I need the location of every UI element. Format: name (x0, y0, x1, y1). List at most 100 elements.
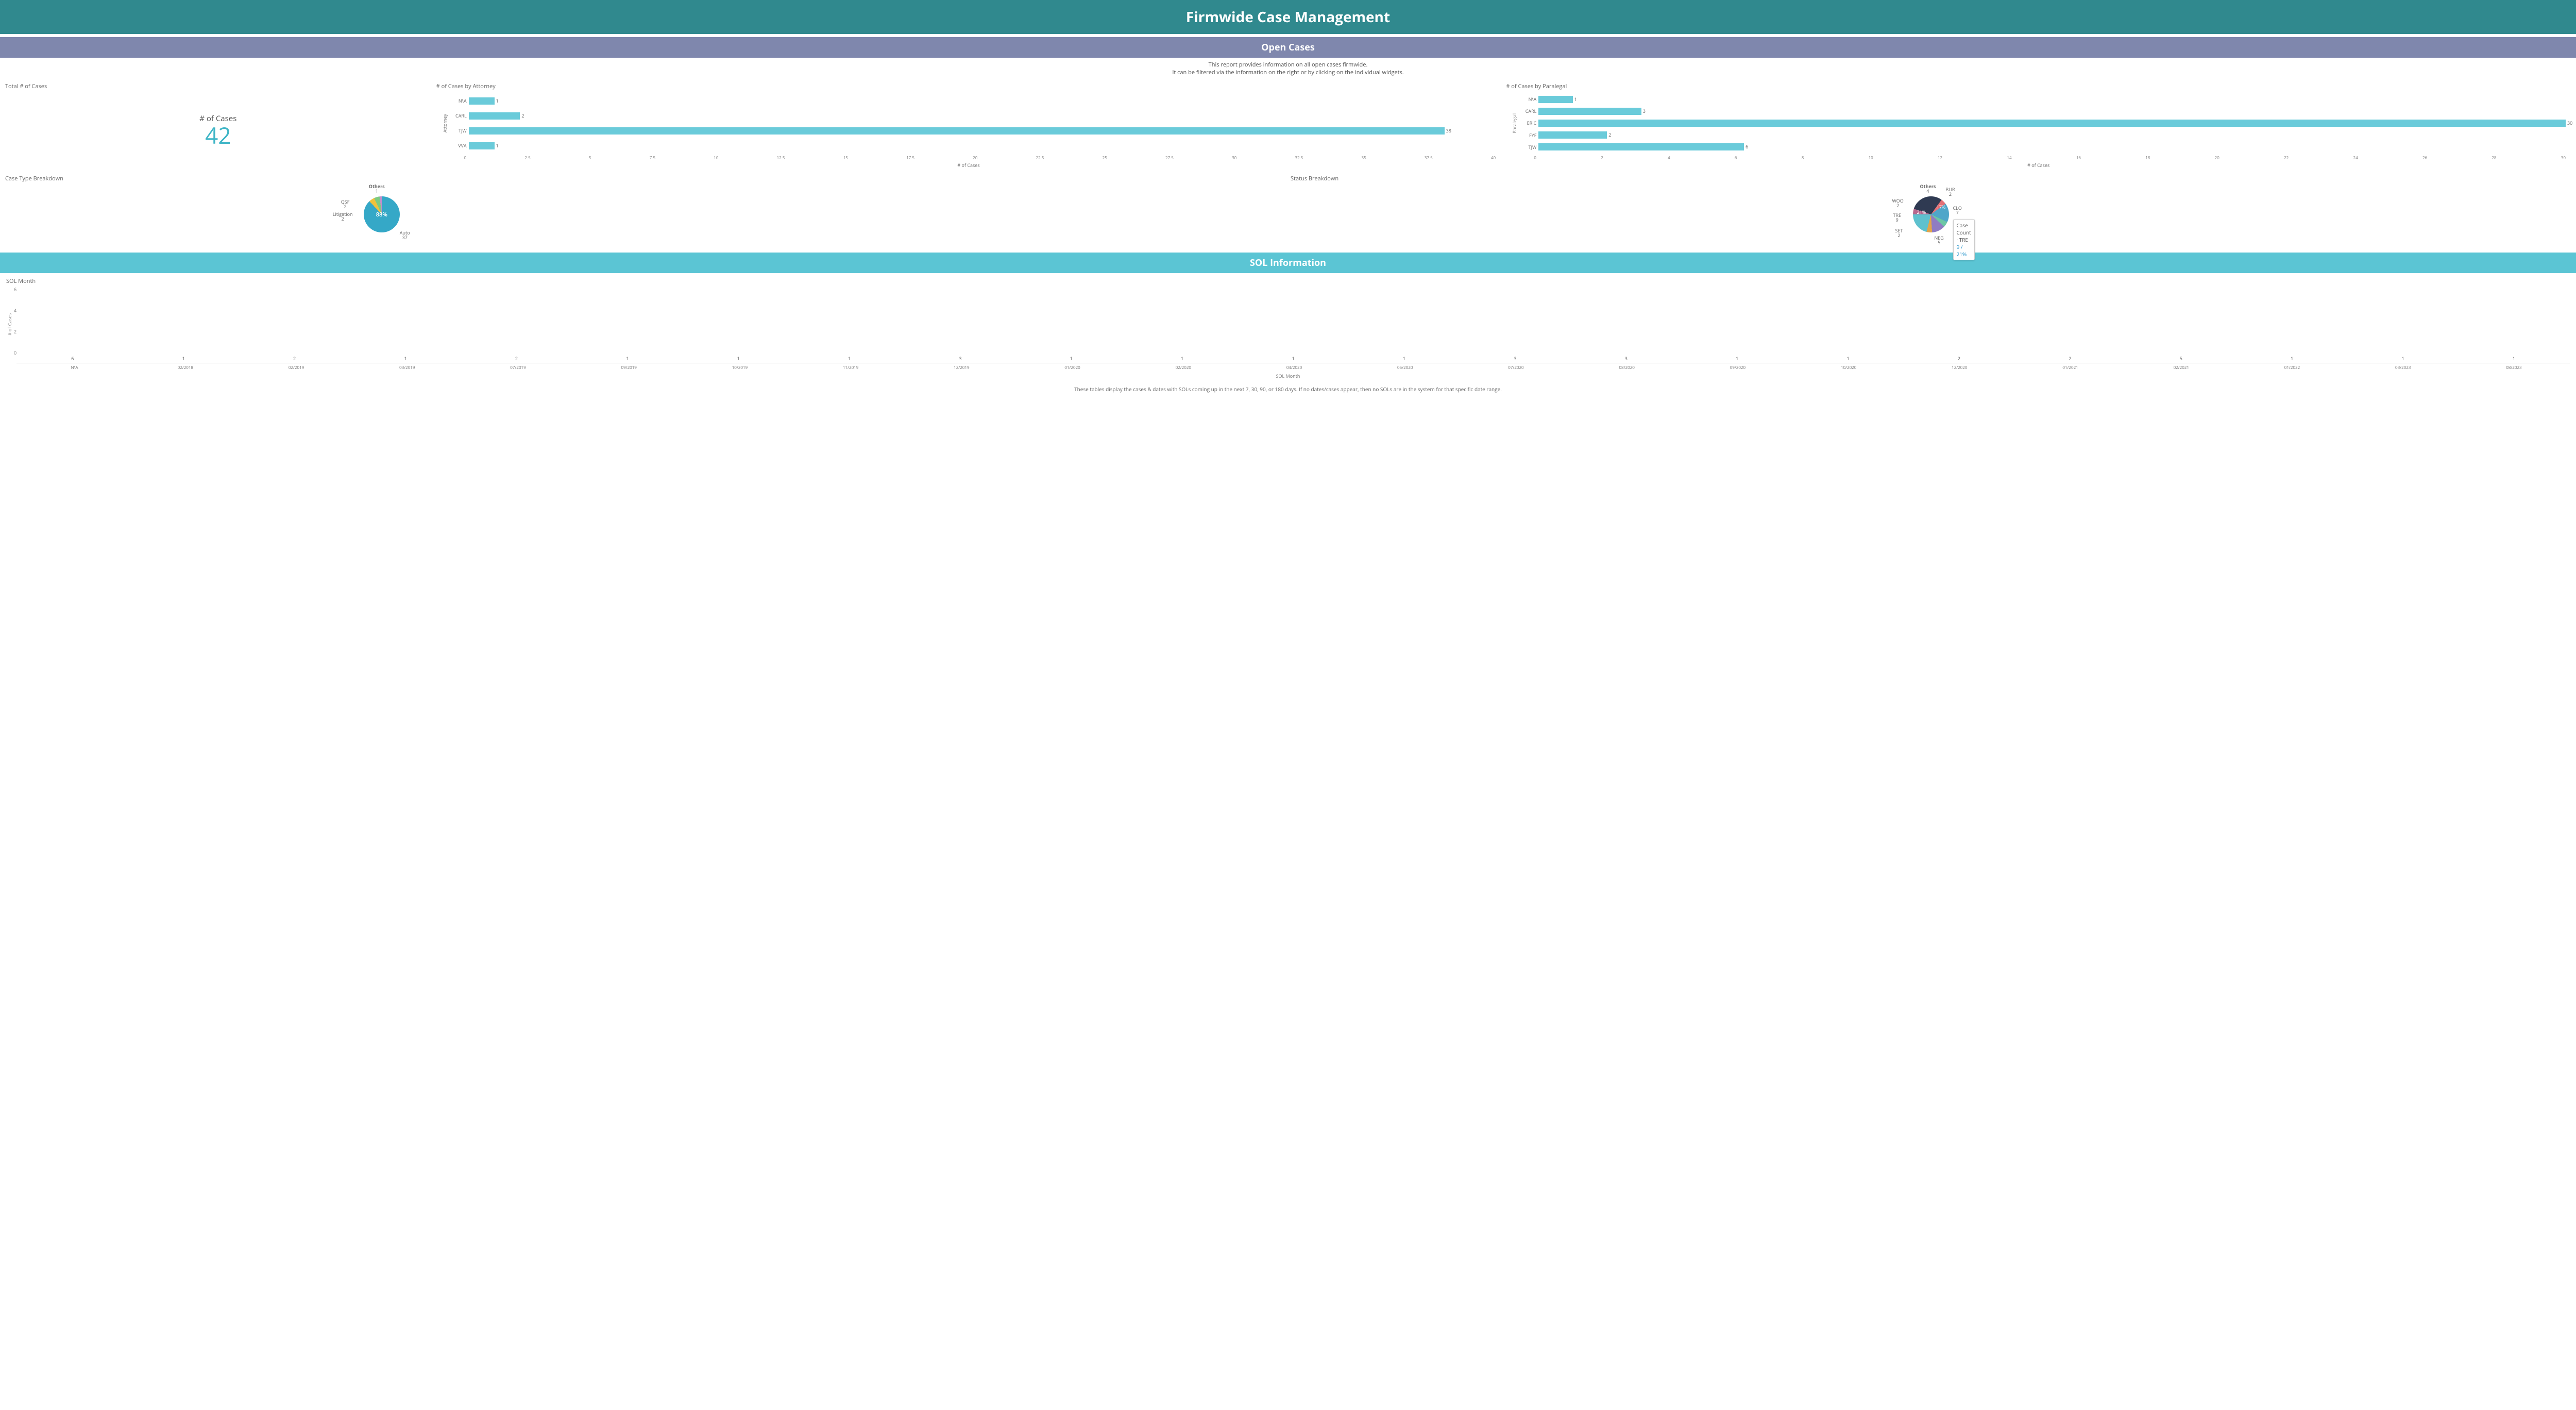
hbar-row[interactable]: ERIC30 (1518, 119, 2566, 128)
vbar-value: 1 (182, 355, 185, 362)
axis-tick: 20 (2215, 155, 2219, 161)
vbar-category: 01/2020 (1019, 363, 1126, 371)
vbar-column[interactable]: 1 (573, 355, 681, 363)
vbar-category: 08/2023 (2460, 363, 2568, 371)
vbar-value: 1 (404, 355, 406, 362)
sol-chart-ylabel: # of Cases (6, 313, 13, 335)
hbar-row[interactable]: VVA1 (448, 141, 1496, 150)
vbar-column[interactable]: 5 (2127, 355, 2235, 363)
sol-month-chart[interactable]: SOL Month # of Cases 6420 61212111311113… (0, 273, 2576, 379)
axis-tick: 2.5 (524, 155, 530, 161)
vbar-value: 1 (1292, 355, 1295, 362)
hbar-category: CARL (448, 112, 469, 119)
hbar-row[interactable]: TJW38 (448, 126, 1496, 136)
status-slice-set: SET2 (1895, 228, 1903, 238)
vbar-column[interactable]: 3 (1572, 355, 1680, 363)
hbar-row[interactable]: TJW 6 (1518, 142, 2566, 152)
status-breakdown-chart[interactable]: Status Breakdown 21% 17% Others4 BUR2 CL… (1291, 173, 2571, 245)
vbar-value: 6 (71, 355, 74, 362)
axis-tick: 18 (2145, 155, 2150, 161)
vbar-category: 07/2019 (464, 363, 572, 371)
status-tooltip: Case Count · TRE 9 / 21% (1953, 219, 1975, 260)
vbar-column[interactable]: 1 (1794, 355, 1902, 363)
vbar-category: 02/2019 (242, 363, 350, 371)
hbar-value: 1 (1573, 96, 1577, 103)
status-pie[interactable]: 21% 17% (1913, 196, 1949, 232)
hbar-row[interactable]: N\A1 (448, 96, 1496, 106)
vbar-column[interactable]: 3 (906, 355, 1014, 363)
status-slice-bur: BUR2 (1946, 187, 1955, 197)
vbar-column[interactable]: 1 (1018, 355, 1125, 363)
vbar-column[interactable]: 2 (241, 355, 348, 363)
vbar-category: 01/2021 (2016, 363, 2124, 371)
vbar-value: 1 (2401, 355, 2404, 362)
vbar-column[interactable]: 2 (1905, 355, 2013, 363)
hbar-row[interactable]: CARL2 (448, 111, 1496, 121)
vbar-column[interactable]: 6 (19, 355, 126, 363)
vbar-category: 10/2020 (1795, 363, 1903, 371)
axis-tick: 20 (973, 155, 977, 161)
vbar-category: 05/2020 (1351, 363, 1459, 371)
vbar-column[interactable]: 1 (1683, 355, 1791, 363)
hbar-category: ERIC (1518, 120, 1538, 126)
vbar-column[interactable]: 1 (2238, 355, 2346, 363)
vbar-column[interactable]: 3 (1461, 355, 1569, 363)
axis-tick: 2 (1601, 155, 1603, 161)
hbar-category: TJW (1518, 144, 1538, 150)
cases-by-attorney-chart[interactable]: # of Cases by Attorney Attorney N\A1CARL… (436, 80, 1501, 169)
hbar-value: 3 (1641, 108, 1646, 115)
axis-tick: 6 (1735, 155, 1737, 161)
kpi-panel-title: Total # of Cases (5, 82, 431, 90)
hbar-row[interactable]: CARL3 (1518, 107, 2566, 116)
casetype-pie[interactable]: 88% (364, 196, 400, 232)
casetype-slice-qsf: QSF2 (341, 199, 350, 209)
vbar-value: 2 (1958, 355, 1960, 362)
vbar-category: 12/2020 (1906, 363, 2013, 371)
hbar-category: N\A (1518, 96, 1538, 103)
hbar-value: 2 (1607, 131, 1611, 139)
hbar-row[interactable]: FYF 2 (1518, 130, 2566, 140)
casetype-slice-others: Others1 (369, 184, 385, 194)
vbar-column[interactable]: 1 (2460, 355, 2568, 363)
hbar-category: FYF (1518, 132, 1538, 139)
axis-tick: 25 (1103, 155, 1107, 161)
hbar-value: 6 (1744, 143, 1748, 150)
kpi-total-cases-panel[interactable]: Total # of Cases # of Cases 42 (5, 80, 431, 169)
vbar-category: 11/2019 (797, 363, 905, 371)
status-slice-clo: CLO7 (1953, 206, 1962, 215)
vbar-column[interactable]: 1 (1128, 355, 1236, 363)
axis-tick: 22 (2284, 155, 2289, 161)
vbar-column[interactable]: 1 (351, 355, 459, 363)
vbar-category: 10/2019 (686, 363, 793, 371)
vbar-column[interactable]: 1 (2349, 355, 2456, 363)
hbar-value: 1 (495, 142, 499, 149)
hbar-value: 30 (2566, 120, 2572, 127)
vbar-column[interactable]: 2 (463, 355, 570, 363)
vbar-value: 1 (2513, 355, 2515, 362)
vbar-category: 07/2020 (1462, 363, 1570, 371)
axis-tick: 15 (843, 155, 848, 161)
vbar-column[interactable]: 1 (685, 355, 792, 363)
vbar-column[interactable]: 1 (1350, 355, 1458, 363)
hbar-row[interactable]: N\A 1 (1518, 95, 2566, 104)
paralegal-chart-title: # of Cases by Paralegal (1506, 82, 2571, 90)
casetype-slice-auto: Auto37 (400, 230, 410, 240)
vbar-column[interactable]: 1 (795, 355, 903, 363)
case-type-breakdown-chart[interactable]: Case Type Breakdown 88% Litigation2 QSF2… (5, 173, 1285, 245)
vbar-value: 2 (2069, 355, 2071, 362)
vbar-value: 3 (1625, 355, 1628, 362)
axis-tick: 22.5 (1036, 155, 1044, 161)
axis-tick: 35 (1362, 155, 1366, 161)
axis-tick: 26 (2422, 155, 2427, 161)
casetype-pie-center: 88% (364, 196, 400, 232)
vbar-column[interactable]: 1 (1239, 355, 1347, 363)
vbar-value: 2 (293, 355, 296, 362)
axis-tick: 10 (1869, 155, 1873, 161)
sol-section-title: SOL Information (0, 253, 2576, 273)
vbar-column[interactable]: 1 (130, 355, 238, 363)
vbar-category: 02/2018 (131, 363, 239, 371)
vbar-column[interactable]: 2 (2016, 355, 2124, 363)
vbar-category: 08/2020 (1573, 363, 1681, 371)
cases-by-paralegal-chart[interactable]: # of Cases by Paralegal Paralegal N\A1CA… (1506, 80, 2571, 169)
axis-tick: 0 (1534, 155, 1536, 161)
